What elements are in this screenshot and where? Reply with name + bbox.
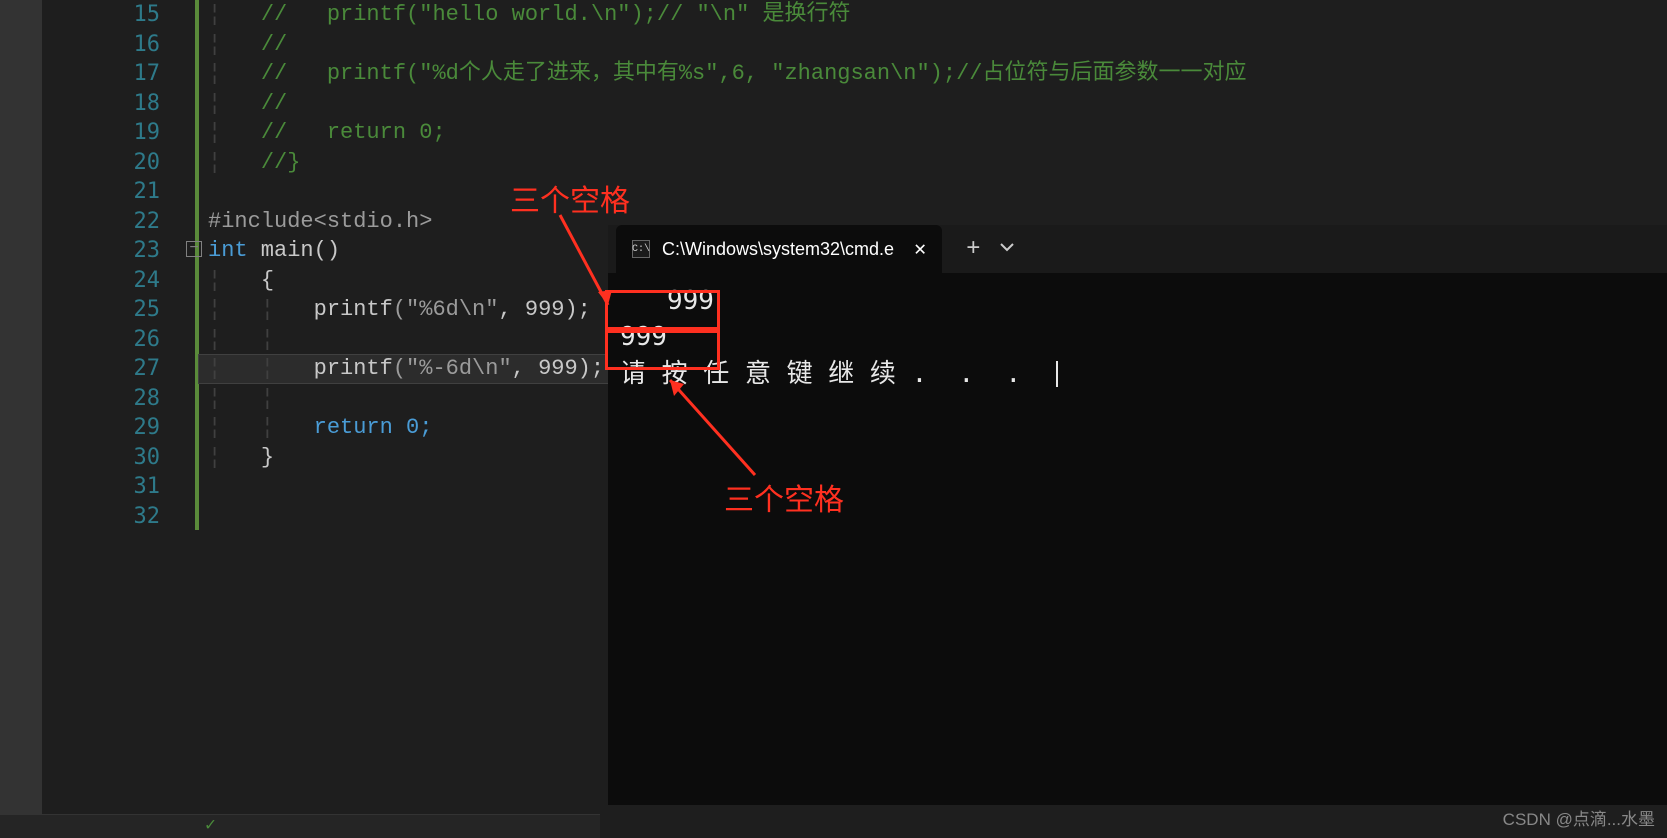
close-tab-icon[interactable]: ✕ [914,236,926,262]
line-number: 32 [98,502,160,532]
terminal-cursor [1056,361,1058,387]
annotation-label-bottom: 三个空格 [724,475,844,519]
activity-bar[interactable] [0,0,42,838]
cmd-icon: C:\ [632,240,650,258]
code-comment: // printf("%d个人走了进来，其中有%s",6, "zhangsan\… [261,61,1247,86]
output-line: 999 [620,283,1655,319]
arguments: , 999); [498,297,590,322]
status-ok-icon: ✓ [205,814,216,836]
terminal-output[interactable]: 999 999 请 按 任 意 键 继 续 . . . [608,273,1667,402]
line-number: 18 [98,89,160,119]
terminal-titlebar[interactable]: C:\ C:\Windows\system32\cmd.e ✕ + [608,225,1667,273]
code-comment: // [261,91,287,116]
function-call: printf [314,356,393,381]
fold-toggle-icon[interactable]: − [186,241,202,257]
return-statement: return 0; [314,415,433,440]
arguments: , 999); [512,356,604,381]
brace: { [261,268,274,293]
line-number: 31 [98,472,160,502]
preprocessor-directive: #include [208,209,314,234]
highlight-box-output1 [605,290,720,330]
change-indicator-bar [195,0,199,530]
line-number: 23 [98,236,160,266]
format-string: ("%6d\n" [393,297,499,322]
line-number: 19 [98,118,160,148]
line-number: 30 [98,443,160,473]
brace: } [261,445,274,470]
code-comment: // [261,32,287,57]
line-number: 27 [98,354,160,384]
line-number: 16 [98,30,160,60]
output-line: 999 [620,319,1655,355]
include-header: <stdio.h> [314,209,433,234]
code-comment: // printf("hello world.\n");// "\n" 是换行符 [261,2,851,27]
code-comment: // return 0; [261,120,446,145]
tab-dropdown-icon[interactable] [999,239,1015,260]
function-name: main [248,238,314,263]
terminal-tab-title: C:\Windows\system32\cmd.e [662,239,894,260]
new-tab-icon[interactable]: + [966,236,980,263]
line-number: 24 [98,266,160,296]
annotation-label-top: 三个空格 [510,176,630,220]
line-number: 20 [98,148,160,178]
line-number: 22 [98,207,160,237]
status-bar[interactable]: ✓ [0,814,600,838]
function-call: printf [314,297,393,322]
code-comment: //} [261,150,301,175]
type-keyword: int [208,238,248,263]
line-number: 29 [98,413,160,443]
parentheses: () [314,238,340,263]
line-number: 25 [98,295,160,325]
watermark: CSDN @点滴...水墨 [1503,805,1655,830]
format-string: ("%-6d\n" [393,356,512,381]
prompt-line: 请 按 任 意 键 继 续 . . . [620,356,1655,392]
code-blank [208,177,1247,207]
line-number: 17 [98,59,160,89]
line-number: 21 [98,177,160,207]
line-number-gutter: 15 16 17 18 19 20 21 22 23 24 25 26 27 2… [98,0,178,531]
line-number: 26 [98,325,160,355]
highlight-box-output2 [605,330,720,370]
line-number: 15 [98,0,160,30]
terminal-tab[interactable]: C:\ C:\Windows\system32\cmd.e ✕ [616,225,942,273]
line-number: 28 [98,384,160,414]
